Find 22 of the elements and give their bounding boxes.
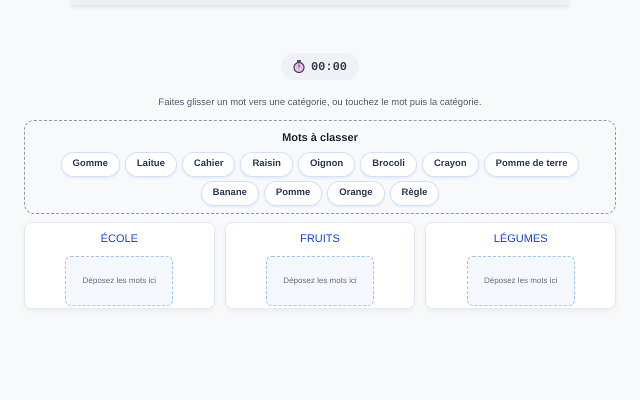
word-chip[interactable]: Pomme de terre [484,152,580,177]
category-title: ÉCOLE [100,232,138,248]
word-chip[interactable]: Orange [327,180,385,206]
word-chip[interactable]: Oignon [298,152,356,177]
word-chip[interactable]: Laitue [124,152,177,177]
word-chip[interactable]: Banane [200,180,259,206]
drop-zone[interactable]: Déposez les mots ici [65,256,174,306]
word-chip[interactable]: Règle [390,180,440,206]
word-chip[interactable]: Cahier [182,152,236,177]
word-chip[interactable]: Raisin [240,152,293,177]
category-title: LÉGUMES [494,232,548,248]
word-chip[interactable]: Gomme [60,152,120,177]
stopwatch-icon [292,60,305,73]
instruction-text: Faites glisser un mot vers une catégorie, ou touchez le mot puis la catégorie. [158,96,482,110]
category-title: FRUITS [300,232,340,248]
word-bank-title: Mots à classer [282,131,358,146]
word-chip[interactable]: Crayon [422,152,479,177]
word-chip[interactable]: Brocoli [360,152,417,177]
drop-zone[interactable]: Déposez les mots ici [466,256,575,306]
timer-text: 00:00 [310,58,347,76]
word-chip[interactable]: Pomme [264,180,322,206]
drop-zone[interactable]: Déposez les mots ici [266,256,374,306]
